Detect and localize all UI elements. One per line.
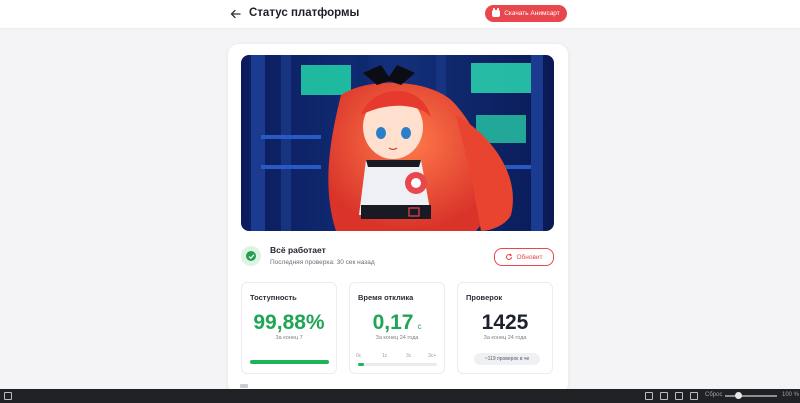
availability-value: 99,88% <box>253 311 325 334</box>
response-time-value-wrap: 0,17 с <box>350 311 444 335</box>
sidebar-toggle-icon[interactable] <box>4 392 12 400</box>
download-app-label: Скачать Анимсарт <box>504 10 560 17</box>
response-time-label: Время отклика <box>358 293 414 302</box>
app-logo-icon <box>492 8 501 17</box>
scale-tick: 3с <box>406 353 412 359</box>
view-icon[interactable] <box>690 392 698 400</box>
checks-period: За конец 24 года <box>483 335 527 341</box>
response-time-value: 0,17 <box>372 311 414 334</box>
page-title: Статус платформы <box>249 7 360 19</box>
zoom-slider[interactable] <box>725 395 777 397</box>
fullscreen-icon[interactable] <box>675 392 683 400</box>
refresh-label: Обновит <box>516 253 543 261</box>
refresh-icon <box>506 253 513 260</box>
status-ok-icon <box>241 246 261 266</box>
availability-progress-bar <box>250 360 329 364</box>
screenshot-icon[interactable] <box>645 392 653 400</box>
top-bar: Статус платформы Скачать Анимсарт <box>0 0 800 29</box>
checks-value: 1425 <box>481 311 529 334</box>
checks-stat: Проверок 1425 За конец 24 года ~119 пров… <box>457 282 553 374</box>
zoom-reset-button[interactable]: Сброс <box>705 392 722 398</box>
scale-tick: 0с <box>356 353 362 359</box>
last-check-text: Последняя проверка: 30 сек назад <box>270 259 375 266</box>
layout-icon[interactable] <box>660 392 668 400</box>
response-time-level <box>358 363 364 366</box>
status-title: Всё работает <box>270 245 326 255</box>
availability-label: Тоступность <box>250 293 297 302</box>
checks-rate-badge: ~119 проверок в чe <box>474 353 540 365</box>
back-arrow-icon[interactable] <box>228 6 244 22</box>
status-card: Всё работает Последняя проверка: 30 сек … <box>227 43 569 395</box>
status-bar: Сброс 100 % <box>0 389 800 403</box>
scale-tick: 3с+ <box>428 353 437 359</box>
availability-progress-fill <box>250 360 329 364</box>
response-time-stat: Время отклика 0,17 с За конец 24 года 0с … <box>349 282 445 374</box>
next-section-peek <box>240 384 248 388</box>
status-row: Всё работает Последняя проверка: 30 сек … <box>241 244 554 274</box>
checks-label: Проверок <box>466 293 503 302</box>
refresh-button[interactable]: Обновит <box>494 248 554 266</box>
response-time-unit: с <box>417 322 422 331</box>
response-time-scale-bar <box>358 363 437 366</box>
zoom-level: 100 % <box>782 392 800 398</box>
availability-period: За конец 7 <box>275 335 303 341</box>
download-app-button[interactable]: Скачать Анимсарт <box>485 5 567 22</box>
scale-tick: 1с <box>382 353 388 359</box>
availability-stat: Тоступность 99,88% За конец 7 <box>241 282 337 374</box>
zoom-slider-handle[interactable] <box>735 392 742 399</box>
hero-illustration <box>241 55 554 231</box>
response-time-period: За конец 24 года <box>375 335 419 341</box>
